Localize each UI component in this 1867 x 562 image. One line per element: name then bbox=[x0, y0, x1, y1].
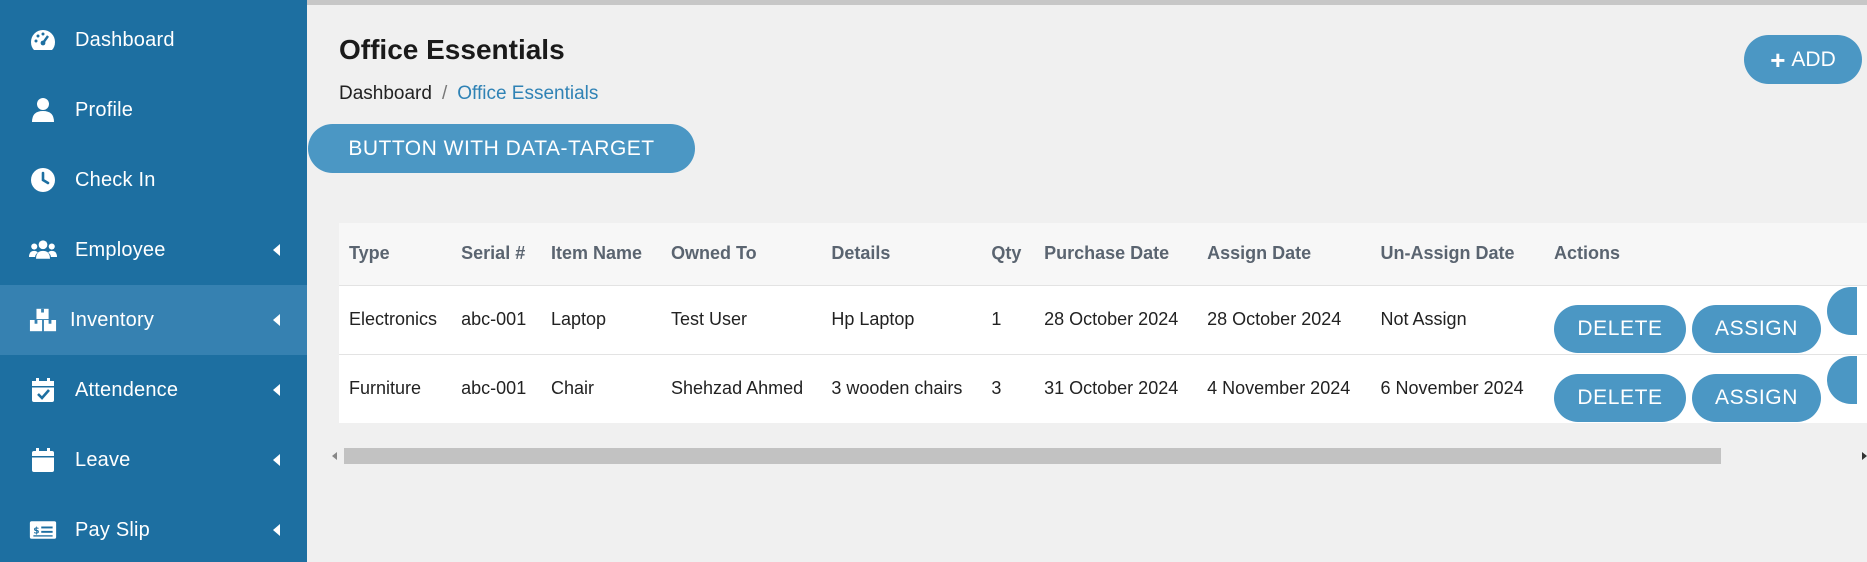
sidebar-item-pay-slip[interactable]: $ Pay Slip bbox=[0, 495, 307, 562]
add-button-label: ADD bbox=[1791, 47, 1836, 71]
calendar-icon bbox=[29, 446, 57, 474]
speedometer-icon bbox=[29, 26, 57, 54]
cell-unassign-date: Not Assign bbox=[1380, 309, 1467, 329]
inventory-table: Type Serial # Item Name Owned To Details… bbox=[339, 223, 1867, 423]
caret-left-icon bbox=[273, 384, 280, 396]
sidebar-item-label: Inventory bbox=[70, 308, 155, 331]
cell-item-name: Laptop bbox=[551, 309, 607, 329]
cell-assign-date: 4 November 2024 bbox=[1207, 378, 1351, 399]
plus-icon: + bbox=[1770, 44, 1786, 75]
money-check-icon: $ bbox=[29, 516, 57, 544]
cell-owned-to: Shehzad Ahmed bbox=[671, 378, 804, 399]
breadcrumb-separator: / bbox=[441, 83, 448, 104]
column-header-owned-to[interactable]: Owned To bbox=[661, 223, 821, 285]
column-header-details[interactable]: Details bbox=[821, 223, 981, 285]
sidebar-item-label: Check In bbox=[75, 168, 156, 191]
column-header-assign-date[interactable]: Assign Date bbox=[1197, 223, 1370, 285]
sidebar: Dashboard Profile Check In Employee Inve… bbox=[0, 0, 307, 562]
cell-owned-to: Test User bbox=[671, 309, 748, 329]
add-button[interactable]: + ADD bbox=[1744, 35, 1862, 84]
column-header-purchase-date[interactable]: Purchase Date bbox=[1034, 223, 1197, 285]
cell-purchase-date: 31 October 2024 bbox=[1044, 378, 1179, 399]
caret-left-icon bbox=[273, 524, 280, 536]
sidebar-item-label: Pay Slip bbox=[75, 518, 150, 541]
delete-button[interactable]: DELETE bbox=[1554, 373, 1686, 422]
sidebar-item-dashboard[interactable]: Dashboard bbox=[0, 5, 307, 75]
table-row: Electronics abc-001 Laptop Test User Hp … bbox=[339, 285, 1867, 354]
page-title: Office Essentials bbox=[339, 34, 565, 65]
more-action-button[interactable] bbox=[1827, 286, 1857, 335]
column-header-type[interactable]: Type bbox=[339, 223, 451, 285]
sidebar-item-check-in[interactable]: Check In bbox=[0, 145, 307, 215]
clock-icon bbox=[29, 166, 57, 194]
sidebar-item-label: Profile bbox=[75, 98, 134, 121]
svg-text:$: $ bbox=[33, 527, 39, 537]
sidebar-item-leave[interactable]: Leave bbox=[0, 425, 307, 495]
cell-qty: 1 bbox=[991, 309, 1002, 329]
inventory-table-container: Type Serial # Item Name Owned To Details… bbox=[339, 223, 1867, 423]
scrollbar-thumb[interactable] bbox=[344, 448, 1721, 464]
column-header-item-name[interactable]: Item Name bbox=[541, 223, 661, 285]
cell-actions: DELETE ASSIGN bbox=[1544, 285, 1867, 354]
breadcrumb-current: Office Essentials bbox=[457, 83, 599, 104]
cell-unassign-date: 6 November 2024 bbox=[1380, 378, 1524, 399]
sidebar-item-label: Attendence bbox=[75, 378, 179, 401]
column-header-actions: Actions bbox=[1554, 243, 1621, 264]
sidebar-item-employee[interactable]: Employee bbox=[0, 215, 307, 285]
table-row: Furniture abc-001 Chair Shehzad Ahmed 3 … bbox=[339, 354, 1867, 423]
more-action-button[interactable] bbox=[1827, 355, 1857, 404]
sidebar-item-inventory[interactable]: Inventory bbox=[0, 285, 307, 355]
cell-type: Furniture bbox=[349, 378, 422, 399]
cell-assign-date: 28 October 2024 bbox=[1207, 309, 1342, 329]
users-icon bbox=[29, 236, 57, 264]
caret-left-icon bbox=[273, 454, 280, 466]
assign-button[interactable]: ASSIGN bbox=[1692, 304, 1821, 353]
sidebar-item-label: Employee bbox=[75, 238, 166, 261]
scroll-right-icon[interactable] bbox=[1862, 452, 1867, 460]
column-header-unassign-date[interactable]: Un-Assign Date bbox=[1371, 223, 1544, 285]
breadcrumb: Dashboard / Office Essentials bbox=[339, 83, 598, 105]
sidebar-item-label: Dashboard bbox=[75, 28, 175, 51]
user-icon bbox=[29, 96, 57, 124]
assign-button[interactable]: ASSIGN bbox=[1692, 373, 1821, 422]
breadcrumb-home[interactable]: Dashboard bbox=[339, 83, 432, 105]
cell-details: Hp Laptop bbox=[831, 309, 915, 329]
delete-button[interactable]: DELETE bbox=[1554, 304, 1686, 353]
sidebar-item-profile[interactable]: Profile bbox=[0, 75, 307, 145]
boxes-icon bbox=[29, 306, 57, 334]
calendar-check-icon bbox=[29, 376, 57, 404]
caret-left-icon bbox=[273, 314, 280, 326]
cell-qty: 3 bbox=[991, 378, 1002, 399]
cell-details: 3 wooden chairs bbox=[831, 378, 963, 399]
table-header-row: Type Serial # Item Name Owned To Details… bbox=[339, 223, 1867, 285]
sidebar-item-attendence[interactable]: Attendence bbox=[0, 355, 307, 425]
top-divider bbox=[307, 0, 1867, 5]
cell-serial: abc-001 bbox=[461, 309, 527, 329]
caret-left-icon bbox=[273, 244, 280, 256]
column-header-serial[interactable]: Serial # bbox=[451, 223, 541, 285]
cell-type: Electronics bbox=[349, 309, 438, 329]
scroll-left-icon[interactable] bbox=[332, 452, 337, 460]
data-target-button[interactable]: BUTTON WITH DATA-TARGET bbox=[308, 124, 695, 173]
cell-actions: DELETE ASSIGN bbox=[1544, 354, 1867, 423]
cell-purchase-date: 28 October 2024 bbox=[1044, 309, 1179, 329]
column-header-qty[interactable]: Qty bbox=[981, 223, 1034, 285]
cell-item-name: Chair bbox=[551, 378, 595, 399]
cell-serial: abc-001 bbox=[461, 378, 527, 399]
sidebar-item-label: Leave bbox=[75, 448, 131, 471]
horizontal-scrollbar[interactable] bbox=[332, 448, 1867, 464]
